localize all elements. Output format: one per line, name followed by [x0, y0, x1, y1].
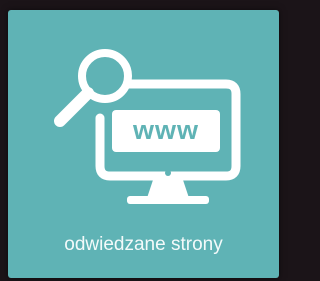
tile-label: odwiedzane strony: [64, 234, 223, 255]
www-icon-text: www: [132, 115, 199, 145]
visited-pages-tile[interactable]: www odwiedzane strony: [8, 10, 279, 278]
